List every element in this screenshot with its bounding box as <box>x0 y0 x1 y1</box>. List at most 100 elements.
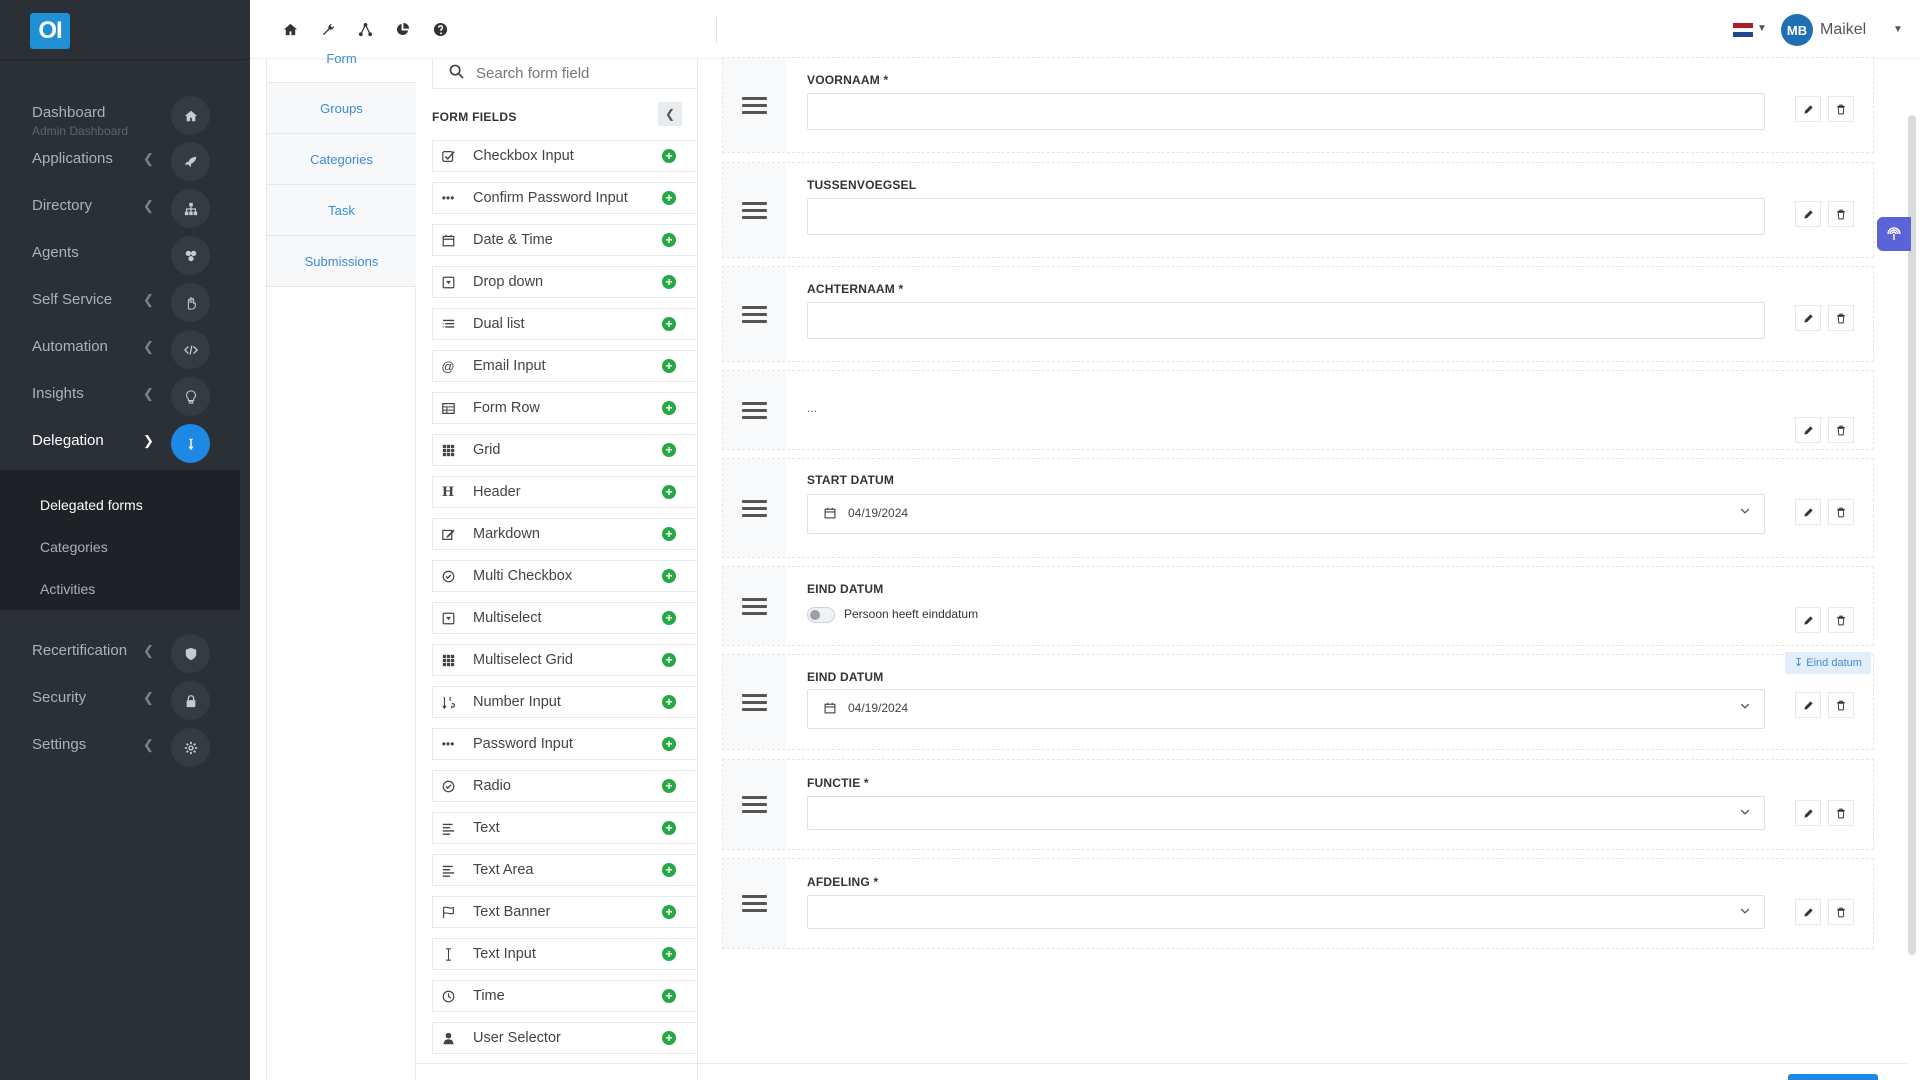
plus-circle-icon[interactable]: + <box>662 527 676 541</box>
sidebar-item-insights[interactable]: Insights ❮ <box>0 373 250 419</box>
pencil-icon[interactable] <box>1795 899 1821 925</box>
sidebar-item-settings[interactable]: Settings ❮ <box>0 724 250 770</box>
app-logo[interactable]: OI <box>30 13 70 49</box>
plus-circle-icon[interactable]: + <box>662 989 676 1003</box>
plus-circle-icon[interactable]: + <box>662 443 676 457</box>
field-item-radio[interactable]: Radio + <box>432 770 698 802</box>
field-item-header[interactable]: H Header + <box>432 476 698 508</box>
sidebar-scrollbar[interactable] <box>240 60 250 1080</box>
field-item-text-input[interactable]: Text Input + <box>432 938 698 970</box>
wrench-icon[interactable] <box>317 18 339 40</box>
drag-handle-icon[interactable] <box>723 459 786 557</box>
field-item-multiselect[interactable]: Multiselect + <box>432 602 698 634</box>
form-row-voornaam[interactable]: VOORNAAM * <box>722 57 1874 153</box>
sidebar-item-dashboard[interactable]: Dashboard Admin Dashboard <box>0 92 250 138</box>
pencil-icon[interactable] <box>1795 800 1821 826</box>
tab-submissions[interactable]: Submissions <box>267 236 416 287</box>
plus-circle-icon[interactable]: + <box>662 695 676 709</box>
pencil-icon[interactable] <box>1795 607 1821 633</box>
form-row-achternaam[interactable]: ACHTERNAAM * <box>722 266 1874 362</box>
sidebar-item-self-service[interactable]: Self Service ❮ <box>0 279 250 325</box>
field-item-form-row[interactable]: Form Row + <box>432 392 698 424</box>
text-input-preview[interactable] <box>807 93 1765 130</box>
field-item-time[interactable]: Time + <box>432 980 698 1012</box>
date-input-preview[interactable]: 04/19/2024 <box>807 689 1765 729</box>
help-icon[interactable] <box>429 18 451 40</box>
sidebar-item-agents[interactable]: Agents <box>0 232 250 278</box>
sidebar-item-applications[interactable]: Applications ❮ <box>0 138 250 184</box>
plus-circle-icon[interactable]: + <box>662 485 676 499</box>
field-item-text[interactable]: Text + <box>432 812 698 844</box>
caret-down-icon[interactable]: ▼ <box>1893 24 1903 35</box>
trash-icon[interactable] <box>1828 899 1854 925</box>
trash-icon[interactable] <box>1828 499 1854 525</box>
language-flag-icon[interactable] <box>1733 23 1753 38</box>
submenu-item-categories[interactable]: Categories <box>40 539 108 555</box>
pencil-icon[interactable] <box>1795 305 1821 331</box>
field-item-text-area[interactable]: Text Area + <box>432 854 698 886</box>
pencil-icon[interactable] <box>1795 417 1821 443</box>
select-input-preview[interactable] <box>807 895 1765 929</box>
network-icon[interactable] <box>354 18 376 40</box>
field-item-confirm-password-input[interactable]: ••• Confirm Password Input + <box>432 182 698 214</box>
submenu-item-delegated-forms[interactable]: Delegated forms <box>40 497 143 513</box>
plus-circle-icon[interactable]: + <box>662 863 676 877</box>
pencil-icon[interactable] <box>1795 96 1821 122</box>
plus-circle-icon[interactable]: + <box>662 947 676 961</box>
select-input-preview[interactable] <box>807 796 1765 830</box>
text-input-preview[interactable] <box>807 302 1765 339</box>
plus-circle-icon[interactable]: + <box>662 653 676 667</box>
field-item-checkbox-input[interactable]: Checkbox Input + <box>432 140 698 172</box>
assistant-widget-icon[interactable] <box>1877 217 1911 251</box>
form-row-tussenvoegsel[interactable]: TUSSENVOEGSEL <box>722 162 1874 258</box>
field-item-dual-list[interactable]: Dual list + <box>432 308 698 340</box>
toggle-switch[interactable] <box>807 607 835 623</box>
sidebar-item-automation[interactable]: Automation ❮ <box>0 326 250 372</box>
trash-icon[interactable] <box>1828 800 1854 826</box>
trash-icon[interactable] <box>1828 692 1854 718</box>
pie-chart-icon[interactable] <box>391 18 413 40</box>
form-row-start-datum[interactable]: START DATUM 04/19/2024 <box>722 458 1874 558</box>
sidebar-item-delegation[interactable]: Delegation ❯ <box>0 420 250 466</box>
trash-icon[interactable] <box>1828 417 1854 443</box>
field-item-date-time[interactable]: Date & Time + <box>432 224 698 256</box>
plus-circle-icon[interactable]: + <box>662 275 676 289</box>
plus-circle-icon[interactable]: + <box>662 149 676 163</box>
trash-icon[interactable] <box>1828 305 1854 331</box>
tab-task[interactable]: Task <box>267 185 416 236</box>
trash-icon[interactable] <box>1828 607 1854 633</box>
search-input[interactable] <box>476 65 676 82</box>
home-icon[interactable] <box>279 18 301 40</box>
sidebar-item-recertification[interactable]: Recertification ❮ <box>0 630 250 676</box>
form-row-afdeling[interactable]: AFDELING * <box>722 858 1874 949</box>
drag-handle-icon[interactable] <box>723 267 786 361</box>
pencil-icon[interactable] <box>1795 499 1821 525</box>
submenu-item-activities[interactable]: Activities <box>40 581 95 597</box>
field-item-grid[interactable]: Grid + <box>432 434 698 466</box>
date-input-preview[interactable]: 04/19/2024 <box>807 494 1765 534</box>
plus-circle-icon[interactable]: + <box>662 317 676 331</box>
drag-handle-icon[interactable] <box>723 859 786 948</box>
field-item-multi-checkbox[interactable]: Multi Checkbox + <box>432 560 698 592</box>
form-row-hidden[interactable]: ... <box>722 370 1874 450</box>
field-item-text-banner[interactable]: Text Banner + <box>432 896 698 928</box>
field-item-multiselect-grid[interactable]: Multiselect Grid + <box>432 644 698 676</box>
drag-handle-icon[interactable] <box>723 567 786 645</box>
tab-groups[interactable]: Groups <box>267 83 416 134</box>
plus-circle-icon[interactable]: + <box>662 191 676 205</box>
plus-circle-icon[interactable]: + <box>662 611 676 625</box>
form-row-eind-datum[interactable]: EIND DATUM 04/19/2024 <box>722 654 1874 750</box>
tab-categories[interactable]: Categories <box>267 134 416 185</box>
user-name[interactable]: Maikel <box>1820 21 1866 39</box>
sidebar-item-security[interactable]: Security ❮ <box>0 677 250 723</box>
save-button[interactable] <box>1788 1074 1878 1080</box>
field-item-user-selector[interactable]: User Selector + <box>432 1022 698 1054</box>
drag-handle-icon[interactable] <box>723 760 786 849</box>
field-item-password-input[interactable]: ••• Password Input + <box>432 728 698 760</box>
plus-circle-icon[interactable]: + <box>662 821 676 835</box>
plus-circle-icon[interactable]: + <box>662 401 676 415</box>
plus-circle-icon[interactable]: + <box>662 905 676 919</box>
field-item-email-input[interactable]: @ Email Input + <box>432 350 698 382</box>
tab-form[interactable]: Form <box>267 51 416 83</box>
trash-icon[interactable] <box>1828 96 1854 122</box>
